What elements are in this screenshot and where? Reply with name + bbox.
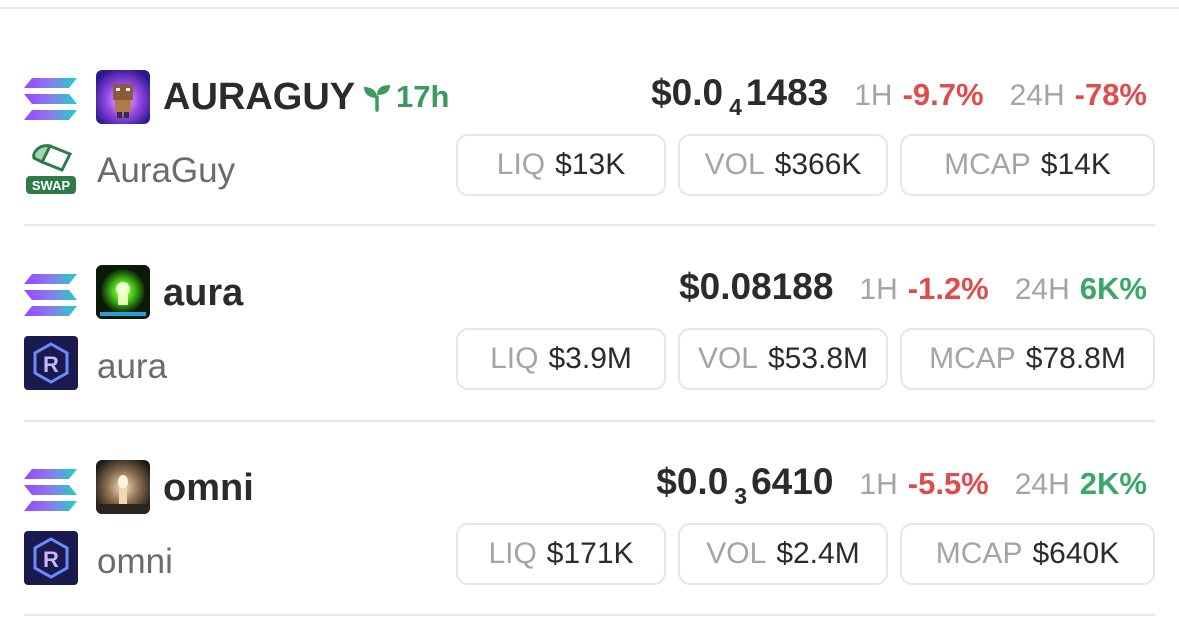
change-1h-label: 1H xyxy=(859,273,898,306)
vol-value: $53.8M xyxy=(767,342,869,375)
change-24h-value: 2K% xyxy=(1079,466,1147,501)
token-image-icon xyxy=(96,70,150,124)
liq-value: $3.9M xyxy=(548,342,632,375)
mcap-label: MCAP xyxy=(935,537,1023,570)
top-divider xyxy=(0,7,1179,9)
swap-icon-text: SWAP xyxy=(32,178,71,193)
solana-icon xyxy=(24,469,77,511)
vol-label: VOL xyxy=(697,342,758,375)
mcap-value: $14K xyxy=(1040,148,1111,181)
volume-pill[interactable]: VOL $53.8M xyxy=(678,328,888,390)
market-cap-pill[interactable]: MCAP $14K xyxy=(900,134,1155,196)
token-name: omni xyxy=(97,542,173,581)
price: $0.0 4 1483 xyxy=(651,72,829,120)
sprout-icon xyxy=(364,85,390,112)
vol-value: $366K xyxy=(774,148,862,181)
price-zero-count: 3 xyxy=(734,483,748,509)
token-name: aura xyxy=(97,347,168,386)
change-1h-value: -5.5% xyxy=(907,466,989,501)
change-1h-value: -9.7% xyxy=(902,77,984,112)
token-image-icon xyxy=(96,265,150,319)
liquidity-pill[interactable]: LIQ $171K xyxy=(456,523,666,585)
volume-pill[interactable]: VOL $2.4M xyxy=(678,523,888,585)
vol-value: $2.4M xyxy=(776,537,860,570)
mcap-label: MCAP xyxy=(944,148,1031,181)
age-text: 17h xyxy=(396,79,450,114)
token-symbol[interactable]: aura xyxy=(163,270,243,316)
price-line: $0.0 4 1483 1H -9.7% 24H -78% xyxy=(651,72,1147,120)
price-zero-count: 4 xyxy=(729,94,742,120)
vol-label: VOL xyxy=(706,537,767,570)
change-24h-label: 24H xyxy=(1009,79,1065,112)
liq-value: $171K xyxy=(546,537,634,570)
solana-icon xyxy=(24,274,77,316)
mcap-value: $640K xyxy=(1032,537,1120,570)
liq-label: LIQ xyxy=(488,537,537,570)
token-row[interactable]: AURAGUY 17h $0.0 4 1483 1H -9.7% 24H -78% … xyxy=(0,62,1179,248)
price: $0.0 3 6410 xyxy=(656,461,834,509)
token-row[interactable]: aura $0.08188 1H -1.2% 24H 6K% R aura LI… xyxy=(0,258,1179,444)
token-image-icon xyxy=(96,460,150,514)
row-divider xyxy=(24,224,1155,226)
vol-label: VOL xyxy=(704,148,765,181)
liq-label: LIQ xyxy=(490,342,539,375)
age-badge: 17h xyxy=(362,74,449,120)
change-24h-value: -78% xyxy=(1074,77,1147,112)
price-line: $0.08188 1H -1.2% 24H 6K% xyxy=(679,266,1147,312)
svg-text:R: R xyxy=(43,547,59,572)
solana-icon xyxy=(24,78,77,120)
token-symbol[interactable]: omni xyxy=(163,465,254,511)
mcap-value: $78.8M xyxy=(1025,342,1126,375)
change-1h-label: 1H xyxy=(859,468,898,501)
volume-pill[interactable]: VOL $366K xyxy=(678,134,888,196)
swap-icon: SWAP xyxy=(26,144,76,194)
token-row[interactable]: omni $0.0 3 6410 1H -5.5% 24H 2K% R omni L… xyxy=(0,453,1179,639)
price-line: $0.0 3 6410 1H -5.5% 24H 2K% xyxy=(656,461,1147,509)
change-24h-label: 24H xyxy=(1014,273,1070,306)
change-24h-label: 24H xyxy=(1014,468,1070,501)
mcap-label: MCAP xyxy=(929,342,1016,375)
change-1h-label: 1H xyxy=(854,79,893,112)
market-cap-pill[interactable]: MCAP $640K xyxy=(900,523,1155,585)
price: $0.08188 xyxy=(679,266,834,307)
change-24h-value: 6K% xyxy=(1079,271,1147,306)
token-name: AuraGuy xyxy=(97,151,236,190)
row-divider xyxy=(24,614,1155,616)
liquidity-pill[interactable]: LIQ $13K xyxy=(456,134,666,196)
liq-label: LIQ xyxy=(496,148,546,181)
change-1h-value: -1.2% xyxy=(907,271,989,306)
raydium-icon: R xyxy=(24,336,78,390)
raydium-icon: R xyxy=(24,531,78,585)
market-cap-pill[interactable]: MCAP $78.8M xyxy=(900,328,1155,390)
row-divider xyxy=(24,420,1155,422)
liquidity-pill[interactable]: LIQ $3.9M xyxy=(456,328,666,390)
liq-value: $13K xyxy=(555,148,626,181)
token-symbol[interactable]: AURAGUY xyxy=(163,74,355,120)
svg-text:R: R xyxy=(43,352,59,377)
